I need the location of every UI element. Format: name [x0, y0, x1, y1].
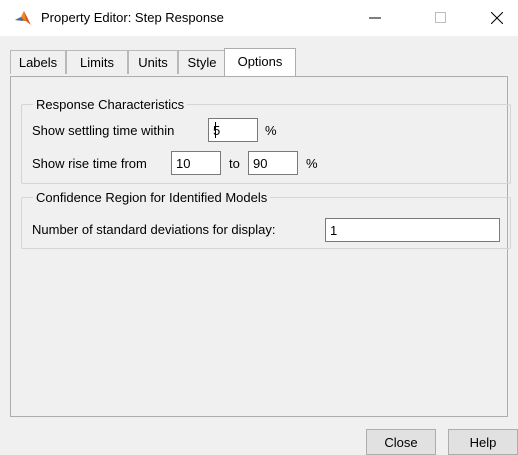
minimize-icon: [369, 17, 381, 19]
tab-labels[interactable]: Labels: [10, 50, 66, 74]
tab-units[interactable]: Units: [128, 50, 178, 74]
tab-bar: Labels Limits Units Style Options: [10, 48, 508, 76]
std-deviations-label: Number of standard deviations for displa…: [32, 222, 276, 237]
close-button[interactable]: Close: [366, 429, 436, 455]
maximize-icon: [435, 12, 446, 23]
close-icon: [491, 12, 503, 24]
rise-time-to-label: to: [229, 156, 240, 171]
close-window-button[interactable]: [474, 0, 518, 36]
tab-options[interactable]: Options: [224, 48, 296, 76]
text-caret: [215, 122, 216, 138]
title-bar: Property Editor: Step Response: [0, 0, 518, 36]
confidence-region-title: Confidence Region for Identified Models: [33, 190, 271, 205]
tab-style[interactable]: Style: [178, 50, 226, 74]
tab-limits[interactable]: Limits: [66, 50, 128, 74]
rise-time-label: Show rise time from: [32, 156, 147, 171]
settling-unit-label: %: [265, 123, 277, 138]
window-title: Property Editor: Step Response: [41, 10, 224, 25]
rise-unit-label: %: [306, 156, 318, 171]
maximize-button[interactable]: [418, 0, 464, 36]
response-characteristics-title: Response Characteristics: [33, 97, 188, 112]
matlab-logo-icon: [14, 10, 32, 26]
rise-time-from-input[interactable]: [171, 151, 221, 175]
std-deviations-input[interactable]: [325, 218, 500, 242]
help-button[interactable]: Help: [448, 429, 518, 455]
settling-time-label: Show settling time within: [32, 123, 175, 138]
rise-time-to-input[interactable]: [248, 151, 298, 175]
minimize-button[interactable]: [352, 0, 398, 36]
